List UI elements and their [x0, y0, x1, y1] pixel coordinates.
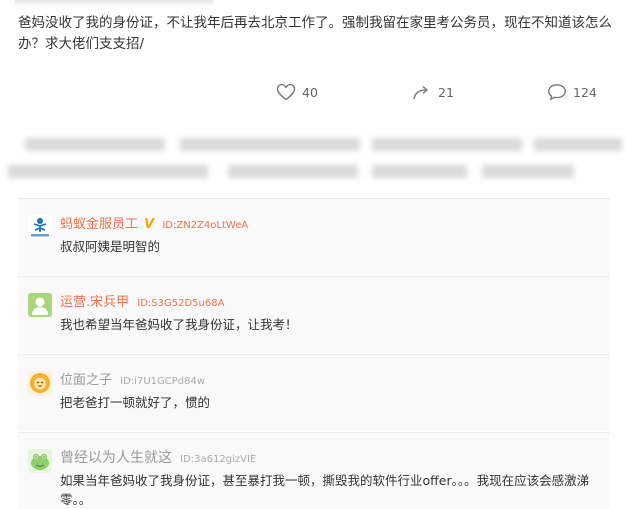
post-text: 爸妈没收了我的身份证，不让我年后再去北京工作了。强制我留在家里考公务员，现在不知…	[18, 15, 612, 52]
comment-username[interactable]: 曾经以为人生就这	[60, 450, 172, 466]
person-avatar-icon[interactable]	[28, 293, 52, 317]
comment-username[interactable]: 位面之子	[60, 373, 112, 388]
comment-user-id: ID:S3G52D5u68A	[137, 298, 225, 309]
heart-icon	[276, 83, 296, 101]
comment-text: 叔叔阿姨是明智的	[60, 239, 161, 254]
comment-button[interactable]: 124	[547, 80, 597, 104]
comment-header: 运营.宋兵甲 ID:S3G52D5u68A	[60, 291, 224, 310]
comment-text: 把老爸打一顿就好了，惯的	[60, 395, 211, 410]
repost-count: 21	[438, 84, 454, 100]
repost-button[interactable]: 21	[412, 80, 454, 104]
comment-text: 我也希望当年爸妈收了我身份证，让我考！	[60, 317, 298, 332]
verified-badge: V	[144, 217, 155, 232]
comment-text: 如果当年爸妈收了我身份证，甚至暴打我一顿，撕毁我的软件行业offer。。。我现在…	[60, 473, 590, 507]
ant-logo-icon[interactable]	[28, 215, 52, 239]
comment-user-id: ID:ZN2Z4oLtWeA	[162, 220, 249, 231]
comment-item: 曾经以为人生就这 ID:3a612gizVIE 如果当年爸妈收了我身份证，甚至暴…	[18, 432, 610, 509]
post-action-bar: 40 21 124	[0, 80, 640, 104]
comment-header: 位面之子 ID:i7U1GCPd84w	[60, 369, 205, 388]
like-count: 40	[302, 84, 318, 100]
comment-username[interactable]: 蚂蚁金服员工	[60, 217, 138, 232]
speech-bubble-icon	[548, 84, 566, 101]
comment-username[interactable]: 运营.宋兵甲	[60, 295, 129, 310]
blurred-redacted-region	[0, 128, 640, 186]
comment-header: 蚂蚁金服员工 V ID:ZN2Z4oLtWeA	[60, 213, 248, 232]
frog-avatar-icon[interactable]	[28, 449, 52, 473]
comment-count: 124	[573, 84, 597, 100]
lion-avatar-icon[interactable]	[28, 371, 52, 395]
comment-user-id: ID:3a612gizVIE	[180, 454, 257, 465]
comment-item: 蚂蚁金服员工 V ID:ZN2Z4oLtWeA 叔叔阿姨是明智的	[18, 198, 610, 275]
like-button[interactable]: 40	[276, 80, 318, 104]
comment-user-id: ID:i7U1GCPd84w	[120, 376, 206, 387]
comment-item: 运营.宋兵甲 ID:S3G52D5u68A 我也希望当年爸妈收了我身份证，让我考…	[18, 276, 610, 353]
comment-item: 位面之子 ID:i7U1GCPd84w 把老爸打一顿就好了，惯的	[18, 354, 610, 431]
comment-header: 曾经以为人生就这 ID:3a612gizVIE	[60, 447, 256, 467]
cropped-header-remnant	[14, 0, 214, 6]
repost-arrow-icon	[413, 85, 429, 100]
